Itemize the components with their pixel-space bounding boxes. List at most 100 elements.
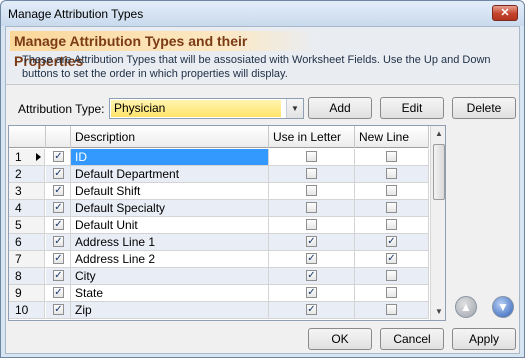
row-number[interactable]: 4 — [9, 200, 45, 216]
table-row[interactable]: 1 ✓ ID — [9, 149, 429, 166]
new-line-checkbox[interactable] — [386, 287, 397, 298]
row-number[interactable]: 1 — [9, 149, 45, 165]
enabled-checkbox[interactable]: ✓ — [53, 287, 64, 298]
scroll-thumb[interactable] — [433, 144, 445, 200]
table-row[interactable]: 5 ✓ Default Unit — [9, 217, 429, 234]
row-number[interactable]: 3 — [9, 183, 45, 199]
enabled-checkbox[interactable]: ✓ — [53, 151, 64, 162]
enabled-checkbox[interactable]: ✓ — [53, 185, 64, 196]
enabled-cell: ✓ — [46, 200, 71, 216]
attribution-type-combo[interactable]: Physician ▼ — [109, 98, 304, 119]
table-row[interactable]: 7 ✓ Address Line 2 ✓ ✓ — [9, 251, 429, 268]
enabled-checkbox[interactable]: ✓ — [53, 202, 64, 213]
use-in-letter-checkbox[interactable] — [306, 185, 317, 196]
new-line-checkbox[interactable] — [386, 304, 397, 315]
row-number[interactable]: 7 — [9, 251, 45, 267]
new-line-checkbox[interactable] — [386, 185, 397, 196]
properties-grid[interactable]: Description Use in Letter New Line 1 ✓ ID 2… — [8, 125, 446, 321]
new-line-checkbox[interactable] — [386, 151, 397, 162]
row-number[interactable]: 2 — [9, 166, 45, 182]
new-line-checkbox[interactable]: ✓ — [386, 236, 397, 247]
enabled-cell: ✓ — [46, 251, 71, 267]
use-in-letter-checkbox[interactable] — [306, 202, 317, 213]
description-cell[interactable]: ID — [71, 149, 269, 165]
dialog-window: Manage Attribution Types ✕ Manage Attrib… — [0, 0, 525, 358]
description-cell[interactable]: Default Shift — [71, 183, 269, 199]
use-in-letter-cell: ✓ — [269, 302, 355, 318]
new-line-checkbox[interactable]: ✓ — [386, 253, 397, 264]
scroll-up-icon[interactable]: ▲ — [431, 126, 445, 142]
table-row[interactable]: 6 ✓ Address Line 1 ✓ ✓ — [9, 234, 429, 251]
use-in-letter-checkbox[interactable]: ✓ — [306, 287, 317, 298]
enabled-checkbox[interactable]: ✓ — [53, 219, 64, 230]
use-in-letter-checkbox[interactable]: ✓ — [306, 304, 317, 315]
table-row[interactable]: 3 ✓ Default Shift — [9, 183, 429, 200]
row-number[interactable]: 8 — [9, 268, 45, 284]
row-number[interactable]: 9 — [9, 285, 45, 301]
table-row[interactable]: 2 ✓ Default Department — [9, 166, 429, 183]
header-panel: Manage Attribution Types and their Prope… — [6, 27, 519, 83]
scroll-down-icon[interactable]: ▼ — [431, 304, 445, 320]
use-in-letter-checkbox[interactable] — [306, 219, 317, 230]
enabled-checkbox[interactable]: ✓ — [53, 304, 64, 315]
use-in-letter-checkbox[interactable] — [306, 168, 317, 179]
table-row[interactable]: 4 ✓ Default Specialty — [9, 200, 429, 217]
description-cell[interactable]: Address Line 1 — [71, 234, 269, 250]
enabled-cell: ✓ — [46, 166, 71, 182]
current-row-pointer-icon — [36, 153, 41, 161]
edit-button[interactable]: Edit — [380, 97, 444, 119]
table-row[interactable]: 8 ✓ City ✓ — [9, 268, 429, 285]
row-number[interactable]: 6 — [9, 234, 45, 250]
use-in-letter-cell — [269, 166, 355, 182]
use-in-letter-checkbox[interactable]: ✓ — [306, 236, 317, 247]
enabled-cell: ✓ — [46, 268, 71, 284]
add-button[interactable]: Add — [308, 97, 372, 119]
new-line-column-header[interactable]: New Line — [355, 126, 429, 148]
grid-header: Description Use in Letter New Line — [9, 126, 429, 148]
new-line-cell — [355, 302, 429, 318]
header-description: These are Attribution Types that will be… — [22, 54, 491, 80]
chevron-down-icon[interactable]: ▼ — [286, 99, 303, 118]
ok-button[interactable]: OK — [308, 328, 372, 350]
description-cell[interactable]: Default Specialty — [71, 200, 269, 216]
table-row[interactable]: 9 ✓ State ✓ — [9, 285, 429, 302]
description-cell[interactable]: City — [71, 268, 269, 284]
new-line-cell: ✓ — [355, 251, 429, 267]
close-button[interactable]: ✕ — [492, 5, 518, 21]
description-column-header[interactable]: Description — [71, 126, 269, 148]
row-number[interactable]: 5 — [9, 217, 45, 233]
new-line-checkbox[interactable] — [386, 270, 397, 281]
delete-button[interactable]: Delete — [452, 97, 516, 119]
cancel-button[interactable]: Cancel — [380, 328, 444, 350]
apply-button[interactable]: Apply — [452, 328, 516, 350]
use-in-letter-cell — [269, 200, 355, 216]
new-line-checkbox[interactable] — [386, 202, 397, 213]
enabled-cell: ✓ — [46, 183, 71, 199]
enabled-checkbox[interactable]: ✓ — [53, 236, 64, 247]
table-row[interactable]: 10 ✓ Zip ✓ — [9, 302, 429, 319]
enabled-checkbox[interactable]: ✓ — [53, 253, 64, 264]
move-up-button[interactable]: ▲ — [455, 296, 477, 318]
new-line-cell — [355, 166, 429, 182]
use-in-letter-cell — [269, 183, 355, 199]
enabled-cell: ✓ — [46, 234, 71, 250]
row-number[interactable]: 10 — [9, 302, 45, 318]
close-icon: ✕ — [500, 7, 510, 19]
new-line-checkbox[interactable] — [386, 219, 397, 230]
use-in-letter-column-header[interactable]: Use in Letter — [269, 126, 355, 148]
description-cell[interactable]: Default Department — [71, 166, 269, 182]
use-in-letter-checkbox[interactable]: ✓ — [306, 253, 317, 264]
move-down-button[interactable]: ▼ — [492, 296, 514, 318]
enabled-checkbox[interactable]: ✓ — [53, 168, 64, 179]
description-cell[interactable]: Address Line 2 — [71, 251, 269, 267]
enabled-checkbox[interactable]: ✓ — [53, 270, 64, 281]
grid-vertical-scrollbar[interactable]: ▲ ▼ — [430, 126, 445, 320]
use-in-letter-checkbox[interactable]: ✓ — [306, 270, 317, 281]
description-cell[interactable]: State — [71, 285, 269, 301]
description-cell[interactable]: Zip — [71, 302, 269, 318]
description-cell[interactable]: Default Unit — [71, 217, 269, 233]
use-in-letter-checkbox[interactable] — [306, 151, 317, 162]
new-line-checkbox[interactable] — [386, 168, 397, 179]
grid-rows: 1 ✓ ID 2 ✓ Default Department 3 ✓ Default Shift 4… — [9, 149, 429, 319]
use-in-letter-cell: ✓ — [269, 234, 355, 250]
